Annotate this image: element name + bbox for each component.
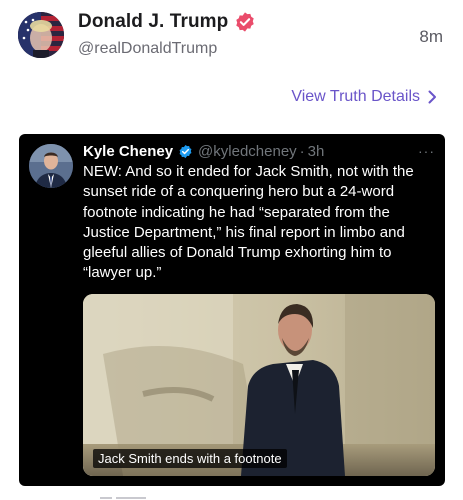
- quoted-post-card[interactable]: Kyle Cheney @kyledcheney · 3h ··· NEW: A…: [19, 134, 445, 486]
- quoted-post-image[interactable]: Jack Smith ends with a footnote: [83, 294, 435, 476]
- post-header: Donald J. Trump @realDonaldTrump 8m: [0, 0, 463, 80]
- quoted-author-handle[interactable]: @kyledcheney: [198, 143, 297, 160]
- quoted-author-name[interactable]: Kyle Cheney: [83, 143, 173, 160]
- media-caption: Jack Smith ends with a footnote: [93, 449, 287, 468]
- quoted-author-avatar[interactable]: [29, 144, 73, 188]
- author-avatar[interactable]: [18, 12, 64, 58]
- next-post-peek: [100, 490, 160, 500]
- quoted-author-row: Kyle Cheney @kyledcheney · 3h: [83, 143, 324, 160]
- quoted-post-text: NEW: And so it ended for Jack Smith, not…: [83, 163, 414, 282]
- author-name-row: Donald J. Trump: [78, 11, 256, 33]
- quoted-post-time: 3h: [307, 143, 325, 160]
- author-handle[interactable]: @realDonaldTrump: [78, 40, 217, 58]
- dot-separator: ·: [299, 143, 305, 160]
- verified-badge-icon: [236, 12, 255, 32]
- view-truth-details-link[interactable]: View Truth Details: [291, 88, 437, 106]
- author-name[interactable]: Donald J. Trump: [78, 11, 228, 33]
- view-details-label: View Truth Details: [291, 88, 420, 105]
- post-time: 8m: [419, 27, 443, 46]
- more-dots-icon[interactable]: ···: [418, 143, 435, 159]
- chevron-right-icon: [428, 90, 436, 104]
- x-verified-icon: [179, 144, 192, 159]
